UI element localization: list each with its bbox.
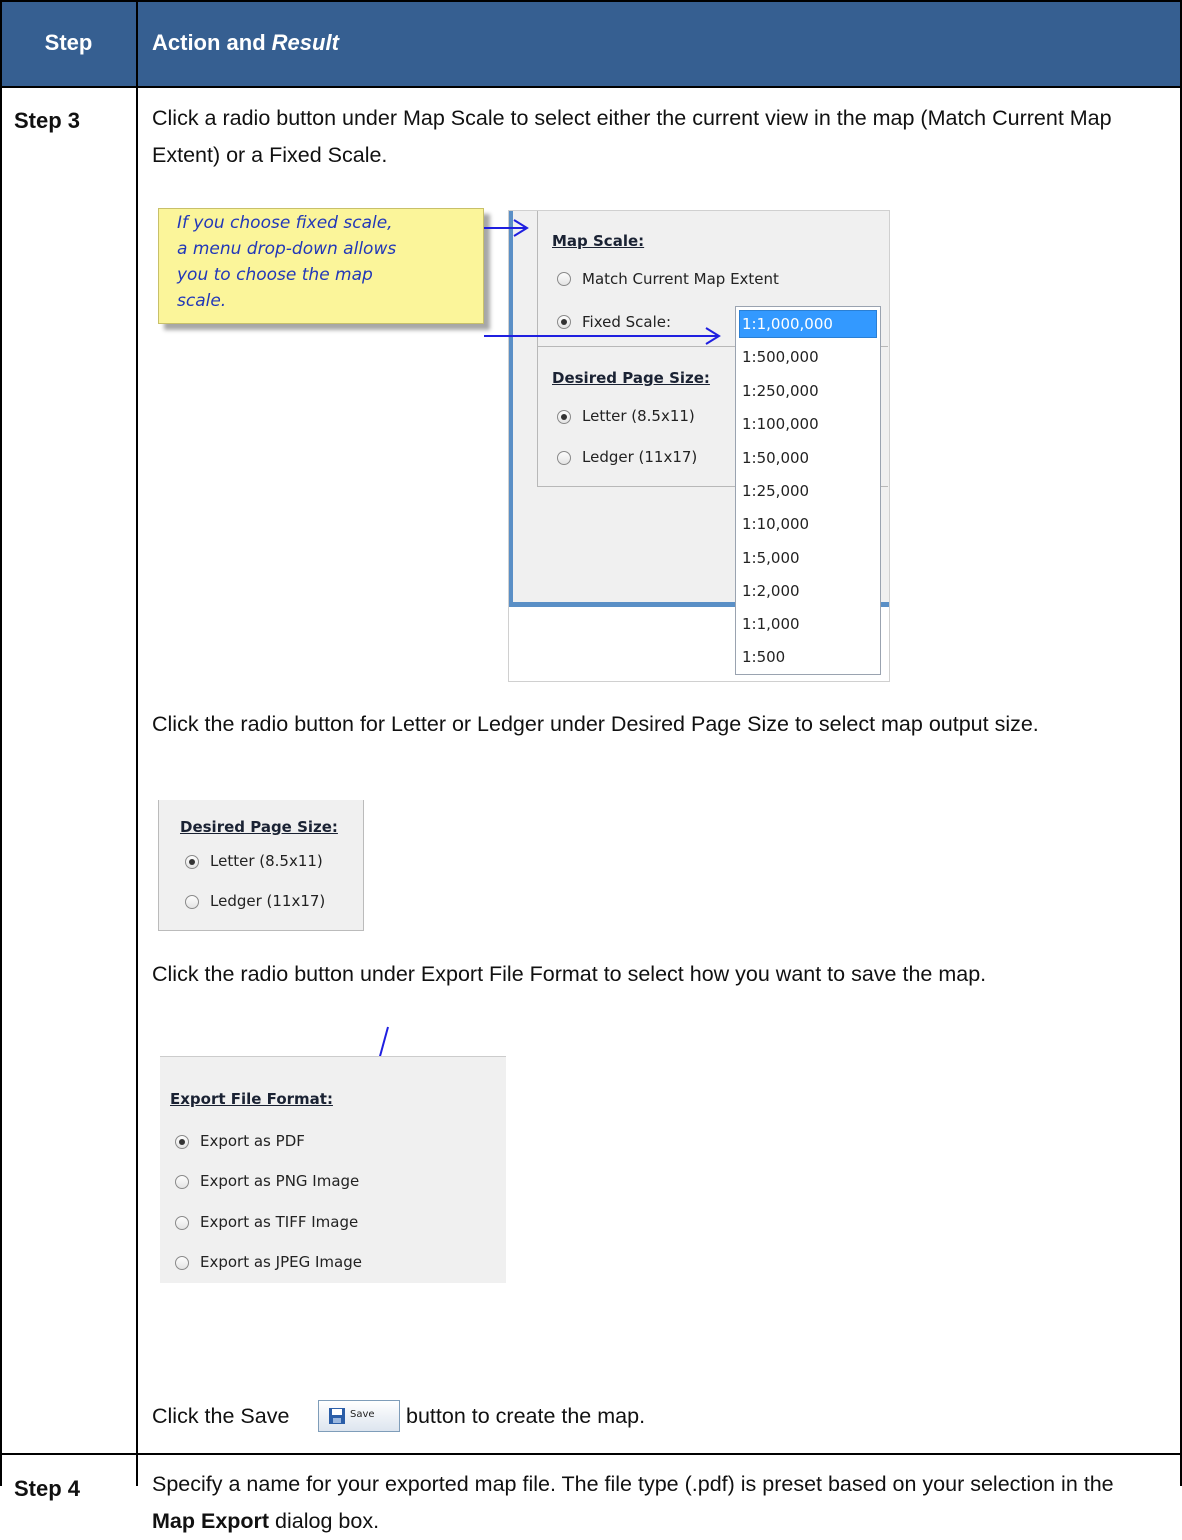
step-4-label: Step 4 xyxy=(14,1476,81,1501)
label-export-png: Export as PNG Image xyxy=(200,1172,360,1190)
map-scale-heading: Map Scale: xyxy=(552,232,645,250)
radio-letter-snippet[interactable] xyxy=(185,855,199,869)
radio-export-tiff[interactable] xyxy=(175,1216,189,1230)
label-export-tiff: Export as TIFF Image xyxy=(200,1213,359,1231)
header-result-text: Result xyxy=(271,30,339,55)
header-action-text: Action and xyxy=(152,30,266,55)
dropdown-option[interactable]: 1:50,000 xyxy=(742,449,809,467)
page-size-snippet-heading: Desired Page Size: xyxy=(180,818,338,836)
header-step: Step xyxy=(44,30,93,55)
dropdown-option[interactable]: 1:1,000 xyxy=(742,615,800,633)
radio-export-jpeg[interactable] xyxy=(175,1256,189,1270)
step-3-export-text: Click the radio button under Export File… xyxy=(152,962,987,986)
grid-row-divider xyxy=(0,1453,1182,1455)
label-ledger-snippet: Ledger (11x17) xyxy=(210,892,326,910)
label-ledger: Ledger (11x17) xyxy=(582,448,698,466)
radio-fixed-scale[interactable] xyxy=(557,315,571,329)
floppy-disk-icon xyxy=(329,1408,345,1424)
step-4-text-part2: dialog box. xyxy=(269,1509,380,1533)
label-export-pdf: Export as PDF xyxy=(200,1132,305,1150)
step-4-text-bold: Map Export xyxy=(152,1509,270,1533)
dropdown-option[interactable]: 1:500 xyxy=(742,648,785,666)
radio-ledger[interactable] xyxy=(557,451,571,465)
scale-dropdown-list[interactable]: 1:1,000,000 1:500,000 1:250,000 1:100,00… xyxy=(735,306,881,675)
grid-header-bottom xyxy=(0,86,1182,88)
dropdown-option[interactable]: 1:10,000 xyxy=(742,515,809,533)
step-3-save-text-after: button to create the map. xyxy=(406,1404,646,1428)
radio-export-png[interactable] xyxy=(175,1175,189,1189)
label-match-extent: Match Current Map Extent xyxy=(582,270,779,288)
save-button[interactable]: Save xyxy=(318,1400,400,1432)
step-3-label: Step 3 xyxy=(14,108,81,133)
callout-line: a menu drop-down allows xyxy=(177,239,397,259)
grid-left xyxy=(0,0,2,1486)
radio-ledger-snippet[interactable] xyxy=(185,895,199,909)
page-size-heading: Desired Page Size: xyxy=(552,369,710,387)
export-format-heading: Export File Format: xyxy=(170,1090,333,1108)
step-3-page-size-text: Click the radio button for Letter or Led… xyxy=(152,712,1039,736)
label-letter: Letter (8.5x11) xyxy=(582,407,695,425)
callout-line: scale. xyxy=(177,291,227,311)
callout-line: If you choose fixed scale, xyxy=(177,213,393,233)
dropdown-option[interactable]: 1:500,000 xyxy=(742,348,819,366)
callout-note: If you choose fixed scale, a menu drop-d… xyxy=(158,208,484,324)
dropdown-option[interactable]: 1:25,000 xyxy=(742,482,809,500)
label-fixed-scale: Fixed Scale: xyxy=(582,313,672,331)
dropdown-option[interactable]: 1:100,000 xyxy=(742,415,819,433)
step-3-save-text-before: Click the Save xyxy=(152,1404,290,1428)
step-4-text: Specify a name for your exported map fil… xyxy=(152,1466,1162,1540)
grid-middle xyxy=(136,0,138,1486)
dropdown-option[interactable]: 1:5,000 xyxy=(742,549,800,567)
grid-top xyxy=(0,0,1182,2)
header-action: Action and Result xyxy=(152,0,339,86)
save-button-label: Save xyxy=(350,1409,375,1420)
step-3-intro: Click a radio button under Map Scale to … xyxy=(152,106,1112,167)
dropdown-option[interactable]: 1:1,000,000 xyxy=(742,315,833,333)
dropdown-option[interactable]: 1:250,000 xyxy=(742,382,819,400)
label-export-jpeg: Export as JPEG Image xyxy=(200,1253,362,1271)
radio-letter[interactable] xyxy=(557,410,571,424)
step-4-text-part1: Specify a name for your exported map fil… xyxy=(152,1472,1114,1496)
dropdown-option[interactable]: 1:2,000 xyxy=(742,582,800,600)
label-letter-snippet: Letter (8.5x11) xyxy=(210,852,323,870)
radio-match-extent[interactable] xyxy=(557,272,571,286)
dialog-left-edge xyxy=(509,211,513,607)
radio-export-pdf[interactable] xyxy=(175,1135,189,1149)
callout-line: you to choose the map xyxy=(177,265,373,285)
